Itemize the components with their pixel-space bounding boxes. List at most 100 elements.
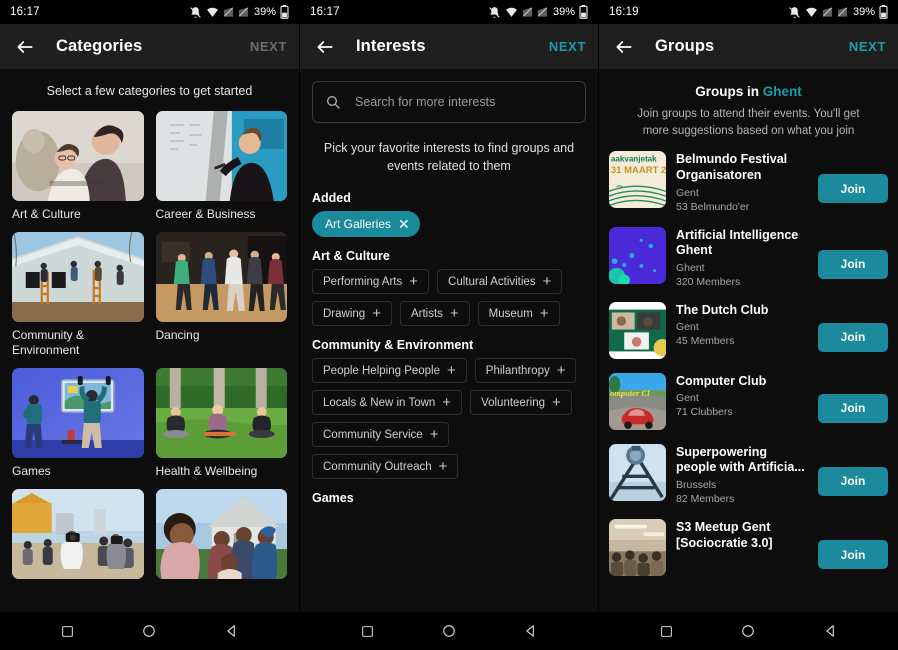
signal-slot2-icon (537, 6, 548, 18)
group-list-item[interactable]: The Dutch Club Gent 45 Members Join (609, 302, 888, 359)
close-icon[interactable]: ✕ (398, 217, 410, 231)
interest-chip[interactable]: Philanthropy+ (475, 358, 577, 383)
system-nav-bar-3 (599, 612, 898, 650)
category-card[interactable]: Art & Culture (12, 111, 144, 222)
computer-club-photo: omputer Cl (609, 373, 666, 430)
battery-icon (579, 5, 588, 19)
belmundo-poster: aakvanjetak 31 MAART 2 (609, 151, 666, 208)
interest-chip-added[interactable]: Art Galleries ✕ (312, 211, 420, 237)
interest-chip[interactable]: Artists+ (400, 301, 470, 326)
interest-chip[interactable]: Locals & New in Town+ (312, 390, 462, 415)
system-nav-bar-1 (0, 612, 299, 650)
chips-art-culture: Performing Arts+ Cultural Activities+ Dr… (300, 269, 598, 332)
next-button[interactable]: NEXT (250, 39, 287, 54)
games-photo (12, 368, 144, 458)
next-button[interactable]: NEXT (549, 39, 586, 54)
circle-home-icon[interactable] (434, 616, 464, 646)
plus-icon: + (442, 395, 451, 410)
circle-home-icon[interactable] (134, 616, 164, 646)
page-title: Groups (655, 37, 714, 56)
category-card[interactable]: Career & Business (156, 111, 288, 222)
triangle-back-icon[interactable] (217, 616, 247, 646)
status-icon-group: 39% (788, 5, 888, 19)
section-title-art-culture: Art & Culture (300, 243, 598, 269)
chip-label: Drawing (323, 308, 365, 320)
groups-subtitle: Join groups to attend their events. You'… (613, 99, 884, 139)
interest-chip[interactable]: Volunteering+ (470, 390, 572, 415)
group-info: S3 Meetup Gent [Sociocratie 3.0] (676, 519, 808, 554)
circle-home-icon[interactable] (733, 616, 763, 646)
app-bar-2: Interests NEXT (300, 24, 598, 69)
search-bar[interactable] (312, 81, 586, 123)
join-button[interactable]: Join (818, 540, 888, 569)
plus-icon: + (372, 306, 381, 321)
chip-label: People Helping People (323, 365, 440, 377)
category-label: Art & Culture (12, 207, 144, 222)
interests-intro-text: Pick your favorite interests to find gro… (300, 123, 598, 185)
back-button[interactable] (611, 34, 637, 60)
back-button[interactable] (12, 34, 38, 60)
group-info: Artificial Intelligence Ghent Ghent 320 … (676, 227, 808, 288)
interest-chip[interactable]: Community Service+ (312, 422, 449, 447)
group-list-item[interactable]: Superpowering people with Artificia... B… (609, 444, 888, 505)
chip-label: Art Galleries (325, 217, 391, 231)
category-card[interactable] (12, 489, 144, 585)
status-time: 16:17 (310, 6, 340, 18)
interest-chip[interactable]: Cultural Activities+ (437, 269, 562, 294)
group-list-item[interactable]: aakvanjetak 31 MAART 2 Belmundo Festival… (609, 151, 888, 212)
join-button[interactable]: Join (818, 323, 888, 352)
interests-scroll-area[interactable]: Pick your favorite interests to find gro… (300, 69, 598, 612)
system-nav-bar-2 (300, 612, 598, 650)
group-members: 82 Members (676, 493, 808, 505)
join-button[interactable]: Join (818, 394, 888, 423)
category-label: Community & Environment (12, 328, 144, 358)
triangle-back-icon[interactable] (516, 616, 546, 646)
interest-chip[interactable]: Performing Arts+ (312, 269, 429, 294)
category-card[interactable]: Games (12, 368, 144, 479)
health-wellbeing-photo (156, 368, 288, 458)
screen-categories: 16:17 39% Categories NEXT Select a few c… (0, 0, 299, 650)
category-card[interactable]: Dancing (156, 232, 288, 358)
join-button[interactable]: Join (818, 467, 888, 496)
join-button[interactable]: Join (818, 174, 888, 203)
signal-slot1-icon (223, 6, 234, 18)
square-recents-icon[interactable] (651, 616, 681, 646)
square-recents-icon[interactable] (52, 616, 82, 646)
section-title-community-environment: Community & Environment (300, 332, 598, 358)
battery-percent: 39% (254, 6, 276, 18)
category-card[interactable] (156, 489, 288, 585)
arrow-left-icon (614, 37, 634, 57)
groups-scroll-area[interactable]: Groups in Ghent Join groups to attend th… (599, 69, 898, 612)
status-bar-2: 16:17 39% (300, 0, 598, 24)
group-members: 320 Members (676, 276, 808, 288)
dancing-photo (156, 232, 288, 322)
categories-scroll-area[interactable]: Select a few categories to get started (0, 69, 299, 612)
search-input[interactable] (355, 95, 573, 109)
next-button[interactable]: NEXT (849, 39, 886, 54)
interest-chip[interactable]: People Helping People+ (312, 358, 467, 383)
join-button[interactable]: Join (818, 250, 888, 279)
categories-intro-text: Select a few categories to get started (0, 69, 299, 111)
group-list-item[interactable]: Artificial Intelligence Ghent Ghent 320 … (609, 227, 888, 288)
interest-chip[interactable]: Museum+ (478, 301, 560, 326)
svg-text:aakvanjetak: aakvanjetak (611, 155, 657, 164)
signal-slot1-icon (822, 6, 833, 18)
category-label: Career & Business (156, 207, 288, 222)
square-recents-icon[interactable] (352, 616, 382, 646)
group-list: aakvanjetak 31 MAART 2 Belmundo Festival… (599, 139, 898, 576)
back-button[interactable] (312, 34, 338, 60)
status-bar-1: 16:17 39% (0, 0, 299, 24)
arrow-left-icon (15, 37, 35, 57)
category-card[interactable]: Health & Wellbeing (156, 368, 288, 479)
category-card[interactable]: Community & Environment (12, 232, 144, 358)
interest-chip[interactable]: Community Outreach+ (312, 454, 458, 479)
chip-label: Community Outreach (323, 461, 432, 473)
group-list-item[interactable]: S3 Meetup Gent [Sociocratie 3.0] Join (609, 519, 888, 576)
svg-text:31 MAART 2: 31 MAART 2 (611, 165, 666, 176)
group-info: The Dutch Club Gent 45 Members (676, 302, 808, 348)
interest-chip[interactable]: Drawing + (312, 301, 392, 326)
groups-heading-city: Ghent (763, 84, 802, 99)
group-list-item[interactable]: omputer Cl Computer Club Gent 71 Clubber… (609, 373, 888, 430)
status-icon-group: 39% (488, 5, 588, 19)
triangle-back-icon[interactable] (816, 616, 846, 646)
